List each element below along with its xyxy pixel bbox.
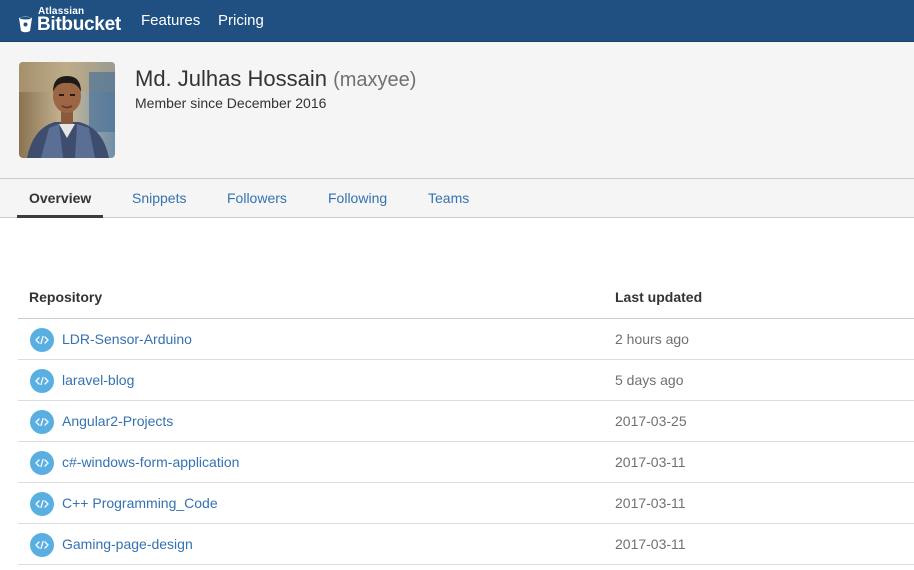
repo-last-updated: 2017-03-11 — [615, 495, 686, 511]
code-icon — [30, 328, 54, 352]
table-row[interactable]: LDR-Sensor-Arduino 2 hours ago — [18, 319, 914, 360]
tab-snippets[interactable]: Snippets — [132, 179, 186, 217]
profile-header: Md. Julhas Hossain (maxyee) Member since… — [0, 42, 914, 178]
tab-teams[interactable]: Teams — [428, 179, 469, 217]
code-icon — [30, 410, 54, 434]
tab-overview[interactable]: Overview — [16, 179, 104, 218]
top-navigation-bar: Atlassian Bitbucket Features Pricing — [0, 0, 914, 42]
tab-followers[interactable]: Followers — [227, 179, 287, 217]
code-icon — [30, 369, 54, 393]
tab-following[interactable]: Following — [328, 179, 387, 217]
table-header: Repository Last updated — [18, 278, 914, 319]
nav-pricing-link[interactable]: Pricing — [218, 12, 264, 29]
repo-last-updated: 5 days ago — [615, 372, 684, 388]
repo-last-updated: 2 hours ago — [615, 331, 689, 347]
table-row[interactable]: Gaming-page-design 2017-03-11 — [18, 524, 914, 565]
bitbucket-wordmark: Bitbucket — [37, 14, 121, 35]
code-icon — [30, 533, 54, 557]
code-icon — [30, 492, 54, 516]
repo-link[interactable]: c#-windows-form-application — [62, 454, 239, 470]
repo-last-updated: 2017-03-25 — [615, 413, 687, 429]
repo-link[interactable]: Angular2-Projects — [62, 413, 173, 429]
profile-tabs: Overview Snippets Followers Following Te… — [0, 178, 914, 218]
table-row[interactable]: C++ Programming_Code 2017-03-11 — [18, 483, 914, 524]
repo-link[interactable]: Gaming-page-design — [62, 536, 193, 552]
username: (maxyee) — [333, 69, 417, 91]
member-since: Member since December 2016 — [135, 95, 327, 111]
repo-link[interactable]: C++ Programming_Code — [62, 495, 218, 511]
bitbucket-bucket-icon — [19, 16, 32, 33]
repository-table: Repository Last updated LDR-Sensor-Ardui… — [18, 278, 914, 565]
repo-last-updated: 2017-03-11 — [615, 536, 686, 552]
avatar-photo — [19, 62, 115, 158]
profile-name: Md. Julhas Hossain (maxyee) — [135, 66, 416, 92]
table-row[interactable]: Angular2-Projects 2017-03-25 — [18, 401, 914, 442]
column-header-last-updated[interactable]: Last updated — [615, 289, 702, 305]
code-icon — [30, 451, 54, 475]
table-row[interactable]: c#-windows-form-application 2017-03-11 — [18, 442, 914, 483]
nav-features-link[interactable]: Features — [141, 12, 200, 29]
repo-last-updated: 2017-03-11 — [615, 454, 686, 470]
repo-link[interactable]: LDR-Sensor-Arduino — [62, 331, 192, 347]
table-row[interactable]: laravel-blog 5 days ago — [18, 360, 914, 401]
display-name: Md. Julhas Hossain — [135, 66, 327, 91]
repo-link[interactable]: laravel-blog — [62, 372, 134, 388]
avatar — [19, 62, 115, 158]
column-header-repository[interactable]: Repository — [29, 289, 102, 305]
